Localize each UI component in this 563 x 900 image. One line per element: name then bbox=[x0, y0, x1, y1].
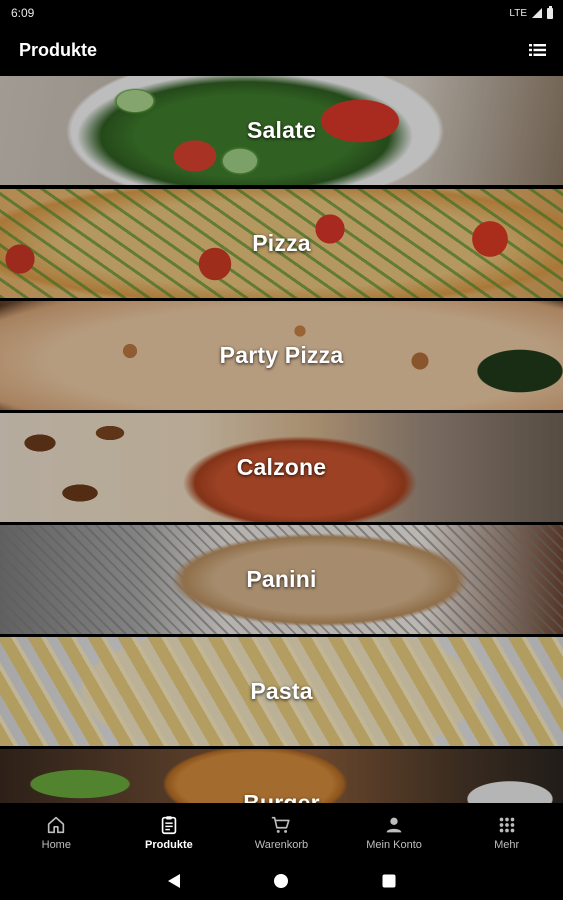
category-label: Pasta bbox=[250, 678, 313, 704]
category-label: Party Pizza bbox=[219, 342, 344, 368]
category-calzone[interactable]: Calzone bbox=[0, 413, 563, 522]
nav-home[interactable]: Home bbox=[0, 803, 113, 861]
category-label: Salate bbox=[247, 117, 316, 143]
category-burger[interactable]: Burger bbox=[0, 749, 563, 803]
status-bar: 6:09 LTE bbox=[0, 0, 563, 26]
bottom-navigation: Home Produkte Warenkorb Mein Konto Mehr bbox=[0, 803, 563, 861]
status-time: 6:09 bbox=[11, 6, 35, 20]
back-button[interactable] bbox=[164, 871, 184, 891]
network-type: LTE bbox=[509, 7, 527, 19]
battery-icon bbox=[547, 5, 553, 19]
list-icon[interactable] bbox=[529, 43, 546, 57]
nav-mehr[interactable]: Mehr bbox=[450, 803, 563, 861]
nav-label: Mein Konto bbox=[366, 838, 422, 851]
nav-label: Home bbox=[41, 838, 71, 851]
category-label: Panini bbox=[246, 566, 317, 592]
page-title: Produkte bbox=[19, 39, 98, 60]
recents-button[interactable] bbox=[379, 871, 399, 891]
back-icon bbox=[167, 873, 180, 888]
category-list: Salate Pizza Party Pizza Calzone Panini … bbox=[0, 74, 563, 803]
category-label: Calzone bbox=[236, 454, 327, 480]
signal-icon bbox=[532, 8, 542, 18]
clipboard-icon bbox=[161, 815, 177, 834]
nav-label: Mehr bbox=[494, 838, 520, 851]
nav-produkte[interactable]: Produkte bbox=[113, 803, 226, 861]
home-circle-icon bbox=[274, 873, 289, 888]
category-panini[interactable]: Panini bbox=[0, 525, 563, 634]
grid-icon bbox=[499, 817, 515, 832]
app-bar: Produkte bbox=[0, 26, 563, 74]
home-icon bbox=[48, 816, 65, 833]
category-party-pizza[interactable]: Party Pizza bbox=[0, 301, 563, 410]
category-pasta[interactable]: Pasta bbox=[0, 637, 563, 746]
home-button[interactable] bbox=[271, 871, 291, 891]
category-label: Burger bbox=[243, 790, 320, 803]
nav-label: Produkte bbox=[145, 838, 193, 851]
status-icons: LTE bbox=[509, 5, 553, 19]
nav-label: Warenkorb bbox=[254, 838, 309, 851]
category-salate[interactable]: Salate bbox=[0, 76, 563, 185]
nav-mein-konto[interactable]: Mein Konto bbox=[338, 803, 451, 861]
cart-icon bbox=[272, 816, 291, 833]
category-pizza[interactable]: Pizza bbox=[0, 189, 563, 298]
person-icon bbox=[386, 817, 402, 832]
recents-icon bbox=[382, 874, 396, 887]
category-label: Pizza bbox=[252, 230, 311, 256]
nav-warenkorb[interactable]: Warenkorb bbox=[225, 803, 338, 861]
system-navigation bbox=[0, 861, 563, 900]
